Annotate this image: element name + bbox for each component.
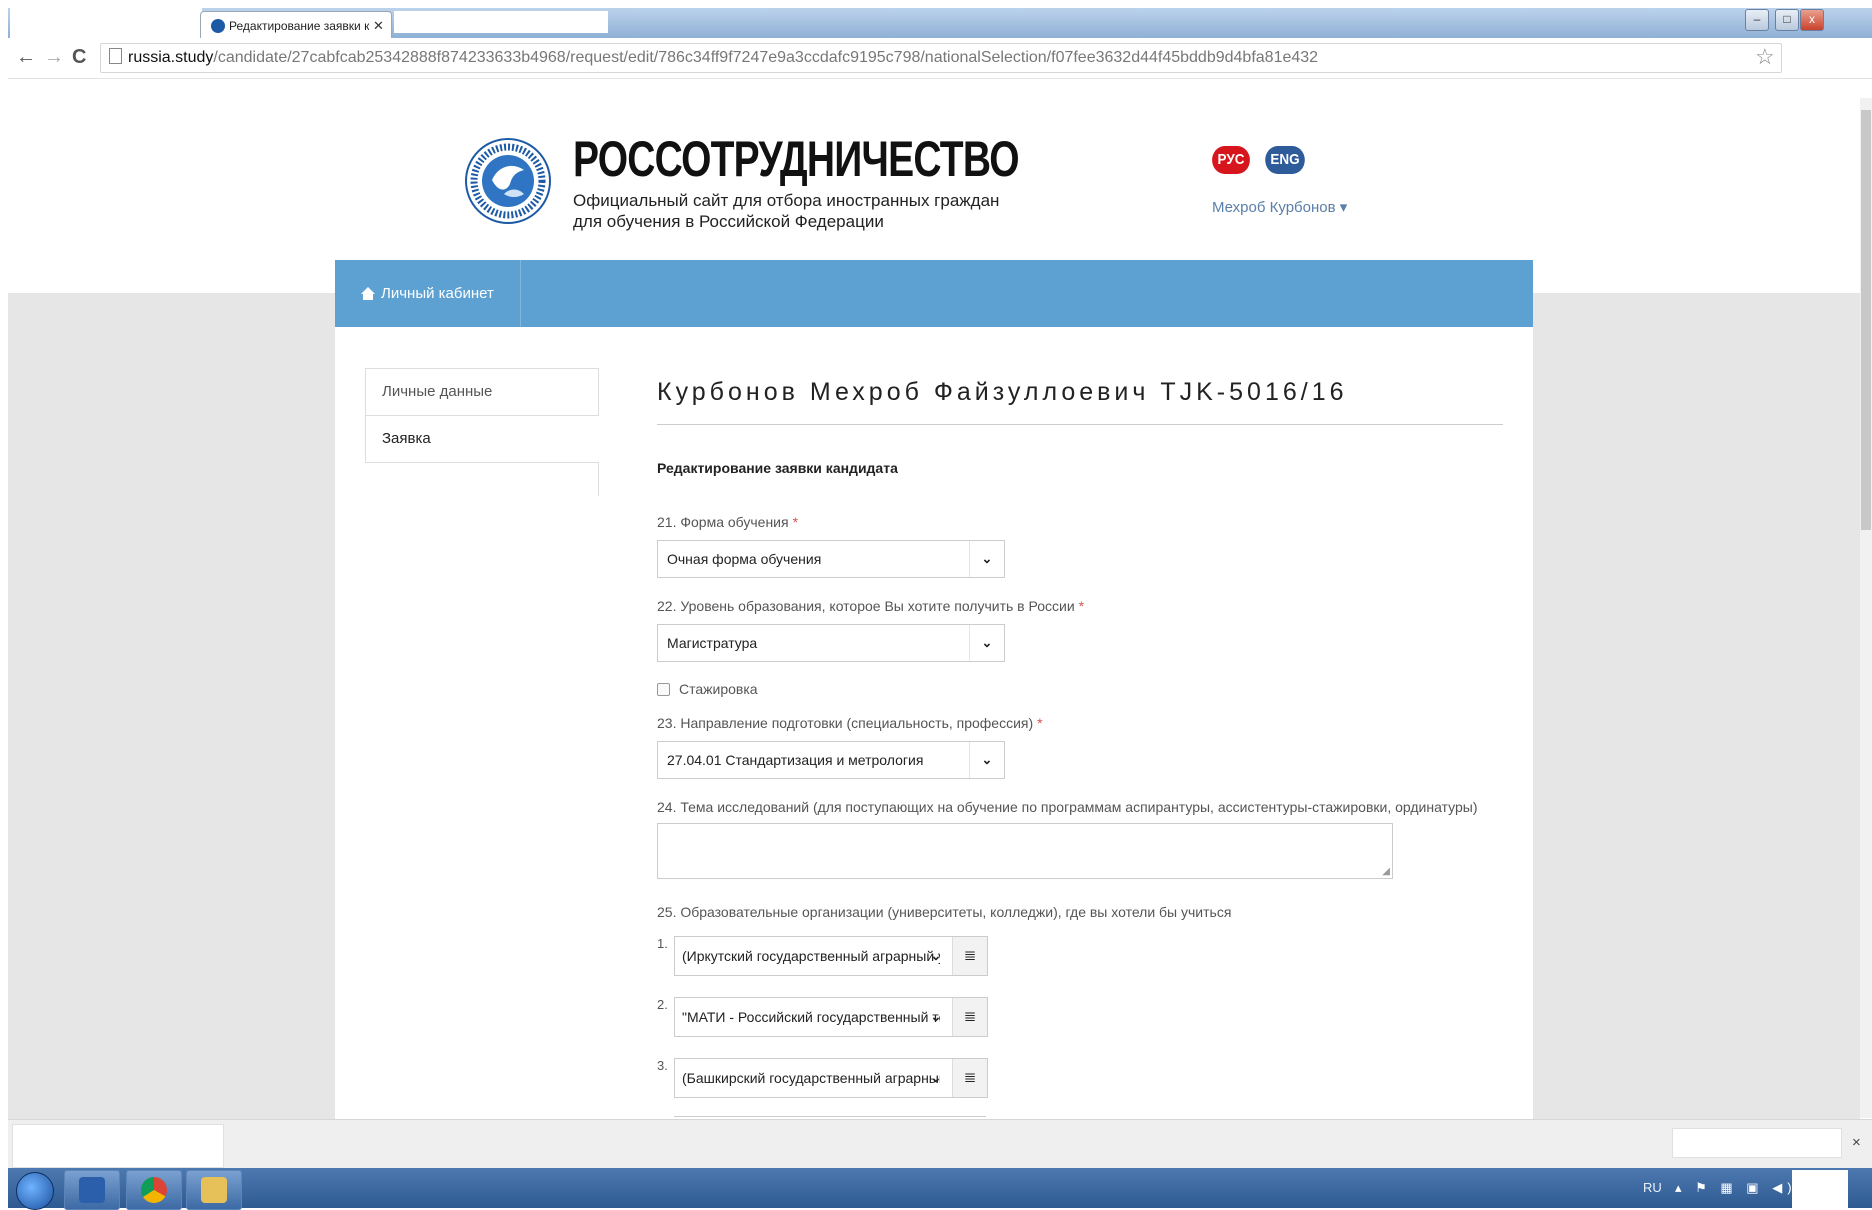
windows-start-button[interactable]	[16, 1172, 54, 1210]
tab-close-icon[interactable]: ✕	[373, 18, 384, 34]
download-bar-close-icon[interactable]: ×	[1852, 1134, 1861, 1151]
internship-checkbox-row[interactable]: Стажировка	[657, 681, 758, 697]
organization-number: 3.	[657, 1058, 668, 1073]
input-language-indicator[interactable]: RU	[1643, 1180, 1662, 1195]
sidebar-item-application[interactable]: Заявка	[365, 415, 599, 463]
organization-value: "МАТИ - Российский государственный техно…	[682, 1009, 940, 1025]
url-domain: russia.study	[128, 49, 214, 66]
language-ru-button[interactable]: РУС	[1212, 146, 1250, 174]
rossotrudnichestvo-logo[interactable]	[464, 132, 552, 230]
chevron-down-icon[interactable]: ⌄	[921, 998, 951, 1036]
internship-label: Стажировка	[679, 681, 758, 697]
taskbar-chrome-app[interactable]	[126, 1170, 182, 1210]
reload-icon[interactable]: C	[72, 46, 86, 69]
chevron-down-icon[interactable]: ⌄	[969, 541, 1004, 577]
drag-handle-icon[interactable]: ≣	[952, 998, 987, 1036]
window-close-button[interactable]: x	[1800, 9, 1824, 31]
education-level-value: Магистратура	[667, 635, 758, 651]
nav-personal-cabinet-label: Личный кабинет	[381, 285, 494, 302]
main-nav: Личный кабинет	[335, 260, 1533, 327]
site-favicon-icon	[211, 19, 225, 33]
brand-subtitle-line: Официальный сайт для отбора иностранных …	[573, 191, 1000, 210]
organization-number: 1.	[657, 936, 668, 951]
sidebar-divider	[598, 462, 599, 496]
folder-icon	[201, 1177, 227, 1203]
bookmark-star-icon[interactable]: ☆	[1755, 44, 1775, 70]
internship-checkbox[interactable]	[657, 682, 670, 696]
download-bar-link[interactable]	[1672, 1128, 1842, 1158]
required-marker: *	[792, 514, 799, 530]
organization-select[interactable]: (Иркутский государственный аграрный унив…	[674, 936, 988, 976]
chrome-icon	[141, 1177, 167, 1203]
sidebar-menu: Личные данные Заявка	[365, 368, 599, 496]
organization-select[interactable]: (Башкирский государственный аграрный уни…	[674, 1058, 988, 1098]
section-heading: Редактирование заявки кандидата	[657, 460, 898, 476]
drag-handle-icon[interactable]: ≣	[952, 937, 987, 975]
chevron-down-icon[interactable]: ⌄	[921, 1059, 951, 1097]
system-tray-icons[interactable]: ▴ ⚑ ▦ ▣ ◀)	[1675, 1180, 1797, 1196]
organization-value: (Иркутский государственный аграрный унив…	[682, 948, 940, 964]
download-item[interactable]	[12, 1124, 224, 1168]
nav-personal-cabinet[interactable]: Личный кабинет	[335, 260, 521, 327]
user-menu-dropdown[interactable]: Мехроб Курбонов ▾	[1212, 198, 1347, 216]
education-level-label: 22. Уровень образования, которое Вы хоти…	[657, 598, 1084, 614]
direction-value: 27.04.01 Стандартизация и метрология	[667, 752, 924, 768]
page-title: Курбонов Мехроб Файзуллоевич TJK-5016/16	[657, 378, 1348, 406]
required-marker: *	[1037, 715, 1043, 731]
direction-label-text: 23. Направление подготовки (специальност…	[657, 715, 1034, 731]
organization-number: 2.	[657, 997, 668, 1012]
page-scrollbar[interactable]	[1860, 98, 1872, 1118]
brand-title: РОССОТРУДНИЧЕСТВО	[573, 131, 1020, 187]
brand-subtitle-line: для обучения в Российской Федерации	[573, 212, 884, 231]
form-of-study-label-text: 21. Форма обучения	[657, 514, 789, 530]
taskbar-explorer-app[interactable]	[186, 1170, 242, 1210]
scrollbar-thumb[interactable]	[1861, 110, 1871, 530]
back-arrow-icon[interactable]: ←	[16, 46, 36, 69]
education-level-label-text: 22. Уровень образования, которое Вы хоти…	[657, 598, 1075, 614]
taskbar-word-app[interactable]	[64, 1170, 120, 1210]
window-restore-button[interactable]: □	[1775, 9, 1799, 31]
tab-title: Редактирование заявки к	[229, 19, 369, 33]
word-icon	[79, 1177, 105, 1203]
taskbar-clock-area[interactable]	[1792, 1170, 1848, 1208]
browser-tab-active[interactable]: Редактирование заявки к ✕	[200, 11, 392, 40]
url-path: /candidate/27cabfcab25342888f874233633b4…	[213, 49, 1319, 66]
forward-arrow-icon[interactable]: →	[44, 46, 64, 69]
title-divider	[657, 424, 1503, 425]
window-minimize-button[interactable]: –	[1745, 9, 1769, 31]
address-bar[interactable]: russia.study/candidate/27cabfcab25342888…	[100, 43, 1782, 73]
organization-value: (Башкирский государственный аграрный уни…	[682, 1070, 940, 1086]
form-of-study-value: Очная форма обучения	[667, 551, 822, 567]
resize-grip-icon[interactable]: ◢	[1382, 866, 1390, 877]
brand-subtitle: Официальный сайт для отбора иностранных …	[573, 190, 999, 232]
language-en-button[interactable]: ENG	[1265, 146, 1305, 174]
form-of-study-select[interactable]: Очная форма обучения ⌄	[657, 540, 1005, 578]
organizations-label: 25. Образовательные организации (универс…	[657, 904, 1232, 920]
drag-handle-icon[interactable]: ≣	[952, 1059, 987, 1097]
organization-select[interactable]: "МАТИ - Российский государственный техно…	[674, 997, 988, 1037]
browser-blank-tab[interactable]	[10, 8, 202, 38]
direction-label: 23. Направление подготовки (специальност…	[657, 715, 1043, 731]
research-topic-label: 24. Тема исследований (для поступающих н…	[657, 799, 1478, 815]
form-of-study-label: 21. Форма обучения *	[657, 514, 798, 530]
windows-taskbar	[8, 1168, 1872, 1208]
research-topic-textarea[interactable]: ◢	[657, 823, 1393, 879]
download-bar	[8, 1119, 1872, 1169]
education-level-select[interactable]: Магистратура ⌄	[657, 624, 1005, 662]
page-icon	[109, 48, 122, 64]
required-marker: *	[1078, 598, 1085, 614]
home-icon	[361, 287, 375, 300]
new-tab-area[interactable]	[394, 11, 608, 33]
direction-select[interactable]: 27.04.01 Стандартизация и метрология ⌄	[657, 741, 1005, 779]
chevron-down-icon[interactable]: ⌄	[969, 625, 1004, 661]
chevron-down-icon[interactable]: ⌄	[969, 742, 1004, 778]
sidebar-item-personal-data[interactable]: Личные данные	[365, 368, 599, 416]
chevron-down-icon[interactable]: ⌄	[921, 937, 951, 975]
